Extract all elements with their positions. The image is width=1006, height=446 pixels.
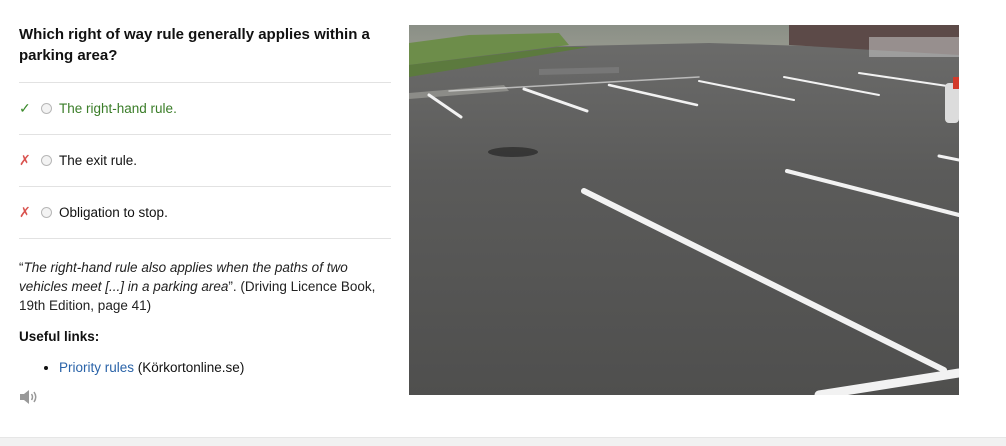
question-panel: Which right of way rule generally applie… [19, 24, 391, 377]
question-text: Which right of way rule generally applie… [19, 26, 370, 64]
answer-label-2[interactable]: The exit rule. [59, 153, 137, 168]
answer-label-1[interactable]: The right-hand rule. [59, 101, 177, 116]
answer-radio-1[interactable] [41, 103, 52, 114]
answer-option-1[interactable]: ✓ The right-hand rule. [19, 83, 391, 135]
answer-option-3[interactable]: ✗ Obligation to stop. [19, 187, 391, 239]
answer-label-3[interactable]: Obligation to stop. [59, 205, 168, 220]
useful-links-title: Useful links: [19, 329, 100, 344]
page-footer-bar [0, 437, 1006, 446]
cross-icon: ✗ [19, 152, 31, 168]
answer-radio-3[interactable] [41, 207, 52, 218]
check-icon: ✓ [19, 100, 31, 116]
parking-lot-photo [409, 25, 959, 395]
answer-option-2[interactable]: ✗ The exit rule. [19, 135, 391, 187]
list-item: Priority rules (Körkortonline.se) [59, 358, 391, 377]
priority-rules-link[interactable]: Priority rules [59, 360, 134, 375]
useful-links-list: Priority rules (Körkortonline.se) [19, 358, 391, 377]
link-source: (Körkortonline.se) [134, 360, 245, 375]
cross-icon: ✗ [19, 204, 31, 220]
answer-list: ✓ The right-hand rule. ✗ The exit rule. … [19, 82, 391, 239]
speaker-icon[interactable] [19, 389, 39, 405]
answer-radio-2[interactable] [41, 155, 52, 166]
explanation-text: “The right-hand rule also applies when t… [19, 258, 391, 315]
